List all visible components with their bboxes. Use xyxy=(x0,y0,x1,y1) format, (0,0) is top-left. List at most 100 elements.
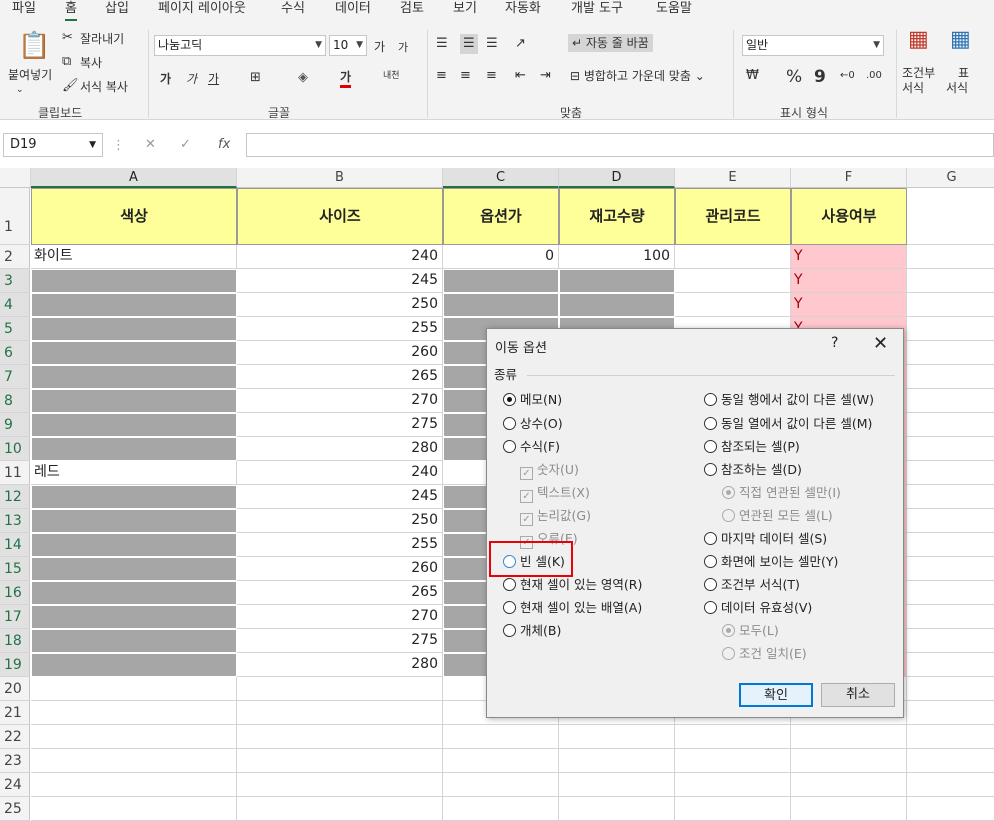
format-table-icon[interactable]: ▦ xyxy=(950,29,971,51)
row-header[interactable]: 23 xyxy=(0,749,30,773)
table-cell[interactable] xyxy=(237,701,443,725)
radio-icon[interactable] xyxy=(503,578,516,591)
table-cell[interactable] xyxy=(675,725,791,749)
checkbox-icon[interactable]: ✓ xyxy=(520,467,533,480)
enter-icon[interactable]: ✓ xyxy=(180,137,191,153)
option-right-1[interactable]: 동일 열에서 값이 다른 셀(M) xyxy=(704,416,872,432)
table-cell[interactable] xyxy=(907,365,994,389)
table-cell[interactable] xyxy=(559,269,675,293)
header-cell[interactable]: 색상 xyxy=(31,188,237,245)
table-cell[interactable] xyxy=(559,725,675,749)
table-cell[interactable]: Y xyxy=(791,269,907,293)
table-cell[interactable] xyxy=(907,317,994,341)
header-cell[interactable]: 사용여부 xyxy=(791,188,907,245)
table-cell[interactable]: 280 xyxy=(237,437,443,461)
paste-icon[interactable]: 📋 xyxy=(18,32,50,60)
close-button[interactable]: ✕ xyxy=(873,333,888,354)
table-cell[interactable]: 255 xyxy=(237,533,443,557)
radio-icon[interactable] xyxy=(503,601,516,614)
border-icon[interactable]: ⊞ xyxy=(250,70,261,86)
row-header[interactable]: 19 xyxy=(0,653,30,677)
formula-input[interactable] xyxy=(246,133,994,157)
table-cell[interactable] xyxy=(31,269,237,293)
column-header-c[interactable]: C xyxy=(443,168,559,188)
table-cell[interactable] xyxy=(907,413,994,437)
copy-icon[interactable]: ⧉ xyxy=(62,54,71,70)
table-cell[interactable] xyxy=(907,293,994,317)
table-cell[interactable]: 275 xyxy=(237,629,443,653)
radio-icon[interactable] xyxy=(704,417,717,430)
align-middle-icon[interactable]: ☰ xyxy=(460,34,478,54)
table-cell[interactable] xyxy=(675,293,791,317)
table-cell[interactable] xyxy=(31,509,237,533)
row-header[interactable]: 6 xyxy=(0,341,30,365)
radio-icon[interactable] xyxy=(704,601,717,614)
table-cell[interactable] xyxy=(907,533,994,557)
table-cell[interactable]: 화이트 xyxy=(31,245,237,269)
table-cell[interactable] xyxy=(31,629,237,653)
row-header[interactable]: 9 xyxy=(0,413,30,437)
table-cell[interactable] xyxy=(237,677,443,701)
table-cell[interactable]: 260 xyxy=(237,341,443,365)
column-header-d[interactable]: D xyxy=(559,168,675,188)
option-right-8[interactable]: 조건부 서식(T) xyxy=(704,577,800,593)
table-cell[interactable] xyxy=(675,797,791,821)
table-cell[interactable]: Y xyxy=(791,245,907,269)
italic-button[interactable]: 가 xyxy=(186,70,197,87)
table-cell[interactable] xyxy=(675,269,791,293)
table-cell[interactable]: 265 xyxy=(237,581,443,605)
row-header[interactable]: 3 xyxy=(0,269,30,293)
table-cell[interactable] xyxy=(31,413,237,437)
table-cell[interactable]: 255 xyxy=(237,317,443,341)
font-name-combo[interactable]: 나눔고딕 ▼ xyxy=(154,35,326,56)
option-right-6[interactable]: 마지막 데이터 셀(S) xyxy=(704,531,827,547)
table-cell[interactable] xyxy=(31,677,237,701)
table-cell[interactable] xyxy=(31,437,237,461)
row-header[interactable]: 4 xyxy=(0,293,30,317)
cancel-icon[interactable]: ✕ xyxy=(145,137,156,153)
table-cell[interactable] xyxy=(31,725,237,749)
table-cell[interactable] xyxy=(907,485,994,509)
menu-data[interactable]: 데이터 xyxy=(335,0,371,18)
table-cell[interactable] xyxy=(443,293,559,317)
increase-decimal-icon[interactable]: ←0 xyxy=(840,68,855,84)
table-cell[interactable]: 265 xyxy=(237,365,443,389)
conditional-format-icon[interactable]: ▦ xyxy=(908,29,929,51)
table-cell[interactable] xyxy=(907,701,994,725)
align-left-icon[interactable]: ≡ xyxy=(436,68,447,84)
menu-view[interactable]: 보기 xyxy=(453,0,477,18)
percent-button[interactable]: % xyxy=(786,67,802,87)
orientation-icon[interactable]: ↗ xyxy=(515,36,526,52)
table-cell[interactable] xyxy=(31,389,237,413)
radio-icon[interactable] xyxy=(503,417,516,430)
format-painter-icon[interactable]: 🖌 xyxy=(62,78,79,94)
option-left-10[interactable]: 개체(B) xyxy=(503,623,561,639)
column-header-a[interactable]: A xyxy=(31,168,237,188)
table-cell[interactable] xyxy=(907,509,994,533)
table-cell[interactable] xyxy=(31,797,237,821)
table-cell[interactable]: 270 xyxy=(237,605,443,629)
menu-help[interactable]: 도움말 xyxy=(656,0,692,18)
increase-indent-icon[interactable]: ⇥ xyxy=(540,68,551,84)
align-bottom-icon[interactable]: ☰ xyxy=(486,36,498,52)
option-left-2[interactable]: 수식(F) xyxy=(503,439,560,455)
option-right-0[interactable]: 동일 행에서 값이 다른 셀(W) xyxy=(704,392,874,408)
option-right-9[interactable]: 데이터 유효성(V) xyxy=(704,600,812,616)
menu-page-layout[interactable]: 페이지 레이아웃 xyxy=(158,0,246,18)
table-cell[interactable] xyxy=(559,797,675,821)
table-cell[interactable]: 250 xyxy=(237,293,443,317)
row-header[interactable]: 16 xyxy=(0,581,30,605)
table-cell[interactable] xyxy=(31,701,237,725)
row-header[interactable]: 14 xyxy=(0,533,30,557)
table-cell[interactable] xyxy=(31,533,237,557)
table-cell[interactable] xyxy=(907,677,994,701)
table-cell[interactable] xyxy=(31,773,237,797)
row-header[interactable]: 11 xyxy=(0,461,30,485)
column-header-f[interactable]: F xyxy=(791,168,907,188)
table-cell[interactable] xyxy=(559,773,675,797)
row-header[interactable]: 7 xyxy=(0,365,30,389)
grow-font-button[interactable]: 가 xyxy=(374,38,385,55)
option-left-0[interactable]: 메모(N) xyxy=(503,392,562,408)
table-cell[interactable] xyxy=(443,797,559,821)
radio-icon[interactable] xyxy=(704,555,717,568)
